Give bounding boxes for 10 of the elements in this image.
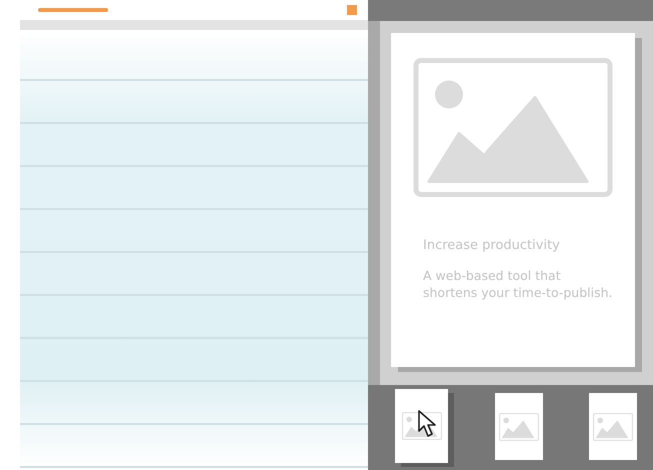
accent-bar — [38, 8, 108, 12]
slide-thumbnail[interactable] — [589, 393, 637, 460]
image-placeholder-icon — [413, 57, 613, 198]
slide-thumbnail[interactable] — [395, 389, 448, 463]
slide-heading: Increase productivity — [423, 238, 561, 253]
image-placeholder-icon — [593, 412, 633, 440]
slide-body: A web-based tool that shortens your time-to-publish. — [423, 267, 613, 301]
slide-thumbnail[interactable] — [494, 393, 542, 460]
square-icon — [347, 5, 357, 15]
image-placeholder-icon — [498, 412, 538, 440]
